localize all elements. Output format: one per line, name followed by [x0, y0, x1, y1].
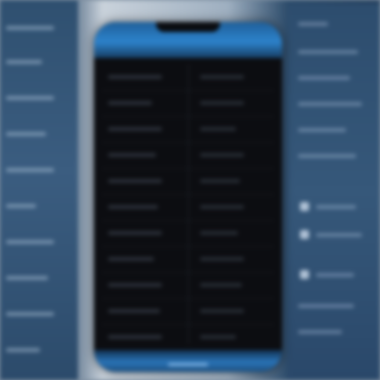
left-panel-line: [6, 276, 48, 280]
panel-square-icon: [300, 270, 309, 279]
list-item[interactable]: [102, 246, 274, 273]
left-background-panel: [0, 0, 78, 380]
right-panel-line: [298, 330, 342, 334]
phone-bottom-bar: [94, 350, 282, 372]
list-cell: [200, 153, 244, 157]
right-panel-line: [298, 154, 356, 158]
left-panel-line: [6, 60, 42, 64]
left-panel-line: [6, 26, 54, 30]
list-cell: [200, 309, 244, 313]
right-panel-line: [316, 233, 362, 237]
list-item[interactable]: [102, 64, 274, 91]
list-item[interactable]: [102, 324, 274, 351]
list-cell: [108, 283, 162, 287]
right-background-panel: [288, 4, 380, 380]
list-item[interactable]: [102, 168, 274, 195]
left-panel-line: [6, 132, 46, 136]
smartphone-mockup: [94, 22, 282, 372]
list-cell: [108, 335, 162, 339]
list-cell: [108, 309, 160, 313]
list-cell: [108, 75, 162, 79]
phone-app-header: [94, 22, 282, 58]
list-cell: [200, 257, 244, 261]
phone-notch: [156, 22, 220, 32]
left-panel-line: [6, 204, 36, 208]
right-panel-line: [298, 304, 354, 308]
list-cell: [200, 75, 244, 79]
right-panel-line: [298, 22, 328, 26]
left-panel-line: [6, 240, 54, 244]
list-cell: [200, 283, 242, 287]
list-cell: [200, 179, 240, 183]
list-item[interactable]: [102, 298, 274, 325]
list-cell: [108, 205, 158, 209]
list-cell: [108, 153, 156, 157]
right-panel-line: [298, 50, 358, 54]
list-cell: [108, 127, 162, 131]
phone-list-area: [94, 58, 282, 351]
list-item[interactable]: [102, 272, 274, 299]
right-panel-line: [316, 273, 354, 277]
right-panel-line: [316, 205, 356, 209]
right-panel-line: [298, 128, 346, 132]
list-item[interactable]: [102, 116, 274, 143]
list-cell: [108, 101, 152, 105]
list-item[interactable]: [102, 194, 274, 221]
home-indicator[interactable]: [168, 363, 208, 366]
list-item[interactable]: [102, 220, 274, 247]
list-cell: [108, 231, 162, 235]
left-panel-line: [6, 312, 54, 316]
right-panel-line: [298, 102, 362, 106]
list-cell: [200, 101, 244, 105]
right-panel-line: [298, 76, 350, 80]
list-cell: [108, 257, 154, 261]
list-cell: [200, 231, 238, 235]
list-cell: [200, 127, 236, 131]
panel-square-icon: [300, 230, 309, 239]
list-item[interactable]: [102, 90, 274, 117]
list-item[interactable]: [102, 142, 274, 169]
list-cell: [108, 179, 162, 183]
left-panel-line: [6, 96, 54, 100]
list-cell: [200, 335, 236, 339]
panel-square-icon: [300, 202, 309, 211]
blurred-screenshot-scene: [0, 0, 380, 380]
left-panel-line: [6, 348, 40, 352]
left-panel-line: [6, 168, 54, 172]
list-cell: [200, 205, 244, 209]
